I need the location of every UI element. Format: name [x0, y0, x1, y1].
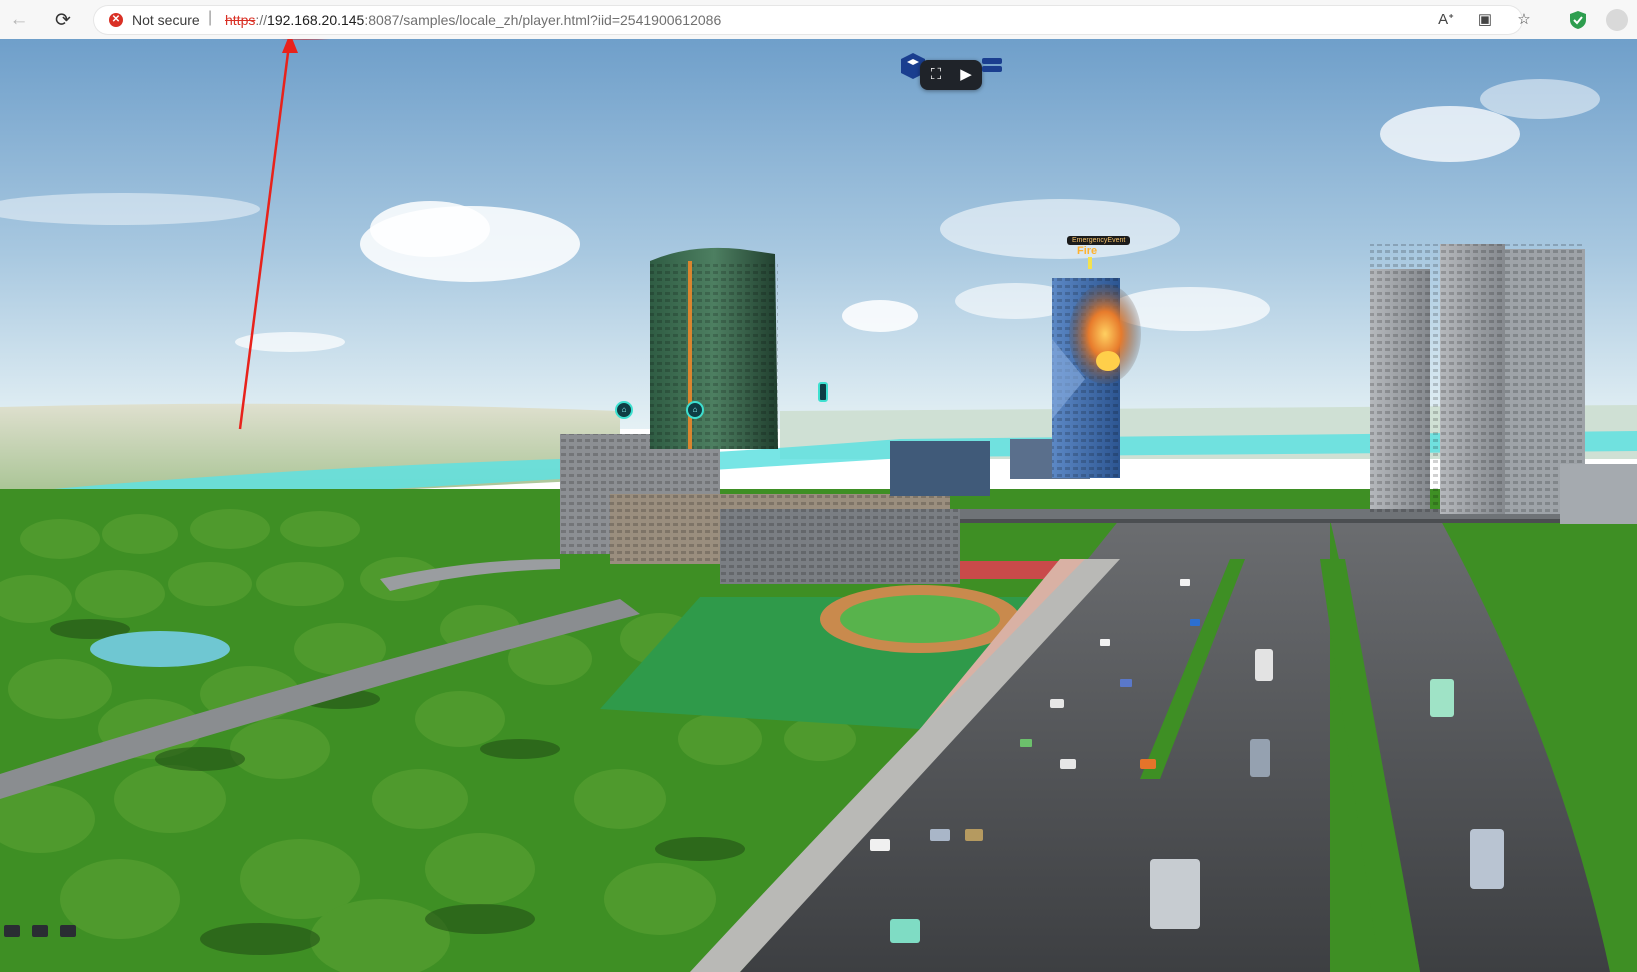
park-pond	[90, 631, 230, 667]
fire-beacon	[1088, 257, 1092, 269]
football-field	[840, 595, 1000, 643]
tool-button-icon[interactable]	[32, 925, 48, 937]
player-controls: ⛶ ▶	[900, 52, 1004, 90]
url-host: 192.168.20.145	[267, 12, 365, 28]
address-separator: |	[208, 9, 213, 26]
tool-button-icon[interactable]	[60, 925, 76, 937]
read-aloud-icon[interactable]: Aᐩ	[1435, 10, 1457, 30]
3d-viewport[interactable]: ⌂ ⌂ EmergencyEvent Fire ⛶ ▶	[0, 39, 1637, 972]
fire-core	[1096, 351, 1120, 371]
security-label[interactable]: Not secure	[132, 12, 200, 28]
insecure-warning-icon[interactable]: ✕	[109, 13, 123, 27]
fullscreen-exit-icon[interactable]: ⛶	[922, 62, 950, 88]
app-available-icon[interactable]: ▣	[1474, 10, 1496, 30]
url-scheme-sep: ://	[255, 12, 268, 28]
player-controls-bar: ⛶ ▶	[920, 60, 982, 90]
layers-icon[interactable]	[980, 56, 1004, 78]
reload-icon[interactable]: ⟳	[50, 7, 76, 33]
address-bar[interactable]: ✕ Not secure | https://192.168.20.145:80…	[93, 5, 1531, 35]
play-record-icon[interactable]: ▶	[952, 62, 980, 88]
tool-button-icon[interactable]	[4, 925, 20, 937]
url-scheme: https	[225, 12, 256, 28]
city-scene[interactable]	[0, 39, 1637, 972]
profile-icon[interactable]	[1606, 9, 1628, 31]
glass-tower-stripe	[688, 261, 692, 449]
browser-toolbar: ← ⟳ ✕ Not secure | https://192.168.20.14…	[0, 0, 1637, 40]
glass-tower-windows	[650, 261, 778, 449]
elevated-rail-deck	[960, 519, 1637, 523]
url-text[interactable]: https://192.168.20.145:8087/samples/loca…	[225, 12, 721, 28]
star-icon[interactable]: ☆	[1513, 10, 1535, 30]
shield-extension-icon[interactable]	[1570, 11, 1586, 29]
fire-label[interactable]: Fire	[1077, 245, 1097, 257]
poi-marker-icon[interactable]	[818, 382, 828, 402]
poi-marker-icon[interactable]: ⌂	[615, 401, 633, 419]
back-arrow-icon[interactable]: ←	[6, 7, 32, 33]
url-path: :8087/samples/locale_zh/player.html?iid=…	[364, 12, 722, 28]
emergency-event-tag[interactable]: EmergencyEvent	[1067, 236, 1131, 245]
poi-marker-icon[interactable]: ⌂	[686, 401, 704, 419]
